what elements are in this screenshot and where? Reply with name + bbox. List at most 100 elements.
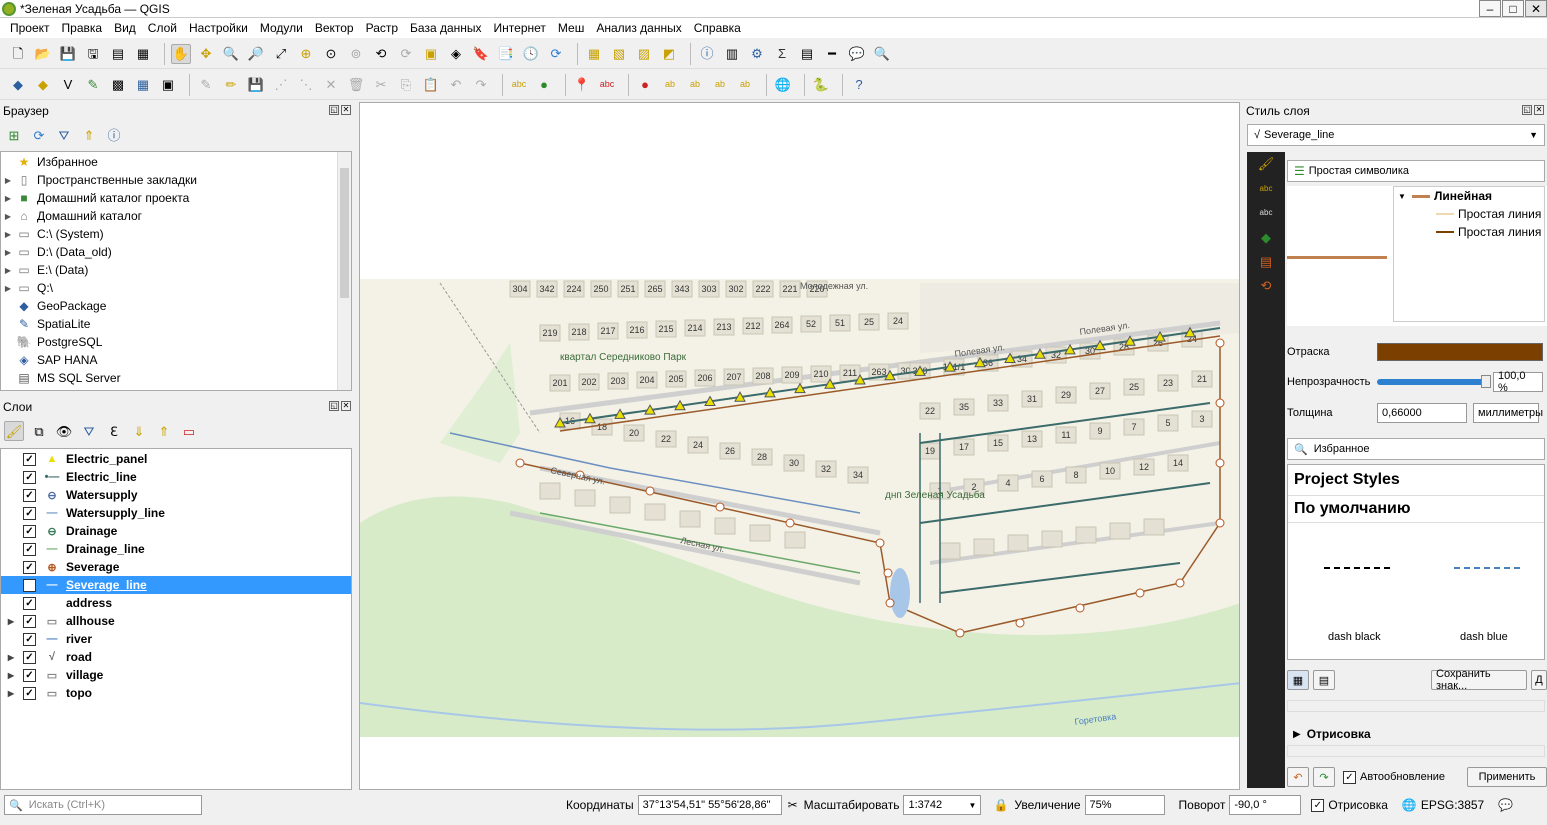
layer-visibility-checkbox[interactable]: ✓ <box>23 650 36 664</box>
layer-item[interactable]: ✓ ⊕ Severage <box>1 558 351 576</box>
layer-visibility-checkbox[interactable]: ✓ <box>23 542 36 556</box>
style-panel-icon[interactable]: 🖌 <box>4 421 24 441</box>
zoom-out-icon[interactable]: 🔎 <box>246 44 266 64</box>
show-bookmarks-icon[interactable]: 📑 <box>496 44 516 64</box>
add-wms-icon[interactable]: ▦ <box>133 75 153 95</box>
labels-tab-icon[interactable]: abc <box>1247 178 1285 202</box>
crs-label[interactable]: EPSG:3857 <box>1421 798 1484 812</box>
zoom-last-icon[interactable]: ⟲ <box>371 44 391 64</box>
move-label-icon[interactable]: ab <box>685 75 705 95</box>
new-project-icon[interactable]: 🗋 <box>8 44 28 64</box>
severage-point[interactable] <box>645 486 655 496</box>
processing-icon[interactable]: ⚙ <box>747 44 767 64</box>
layer-item[interactable]: ✓ — river <box>1 630 351 648</box>
browser-item[interactable]: ▶ ■ Домашний каталог проекта <box>1 189 351 207</box>
layer-visibility-checkbox[interactable]: ✓ <box>23 506 36 520</box>
menu-vector[interactable]: Вектор <box>309 21 360 35</box>
remove-layer-icon[interactable]: ▭ <box>179 421 199 441</box>
menu-help[interactable]: Справка <box>688 21 747 35</box>
change-label-icon[interactable]: ab <box>735 75 755 95</box>
add-selected-icon[interactable]: ⊞ <box>4 125 24 145</box>
paste-icon[interactable]: 📋 <box>421 75 441 95</box>
rotation-field[interactable]: -90,0 ° <box>1229 795 1302 815</box>
zoom-full-icon[interactable]: ⤢ <box>271 44 291 64</box>
undo-icon[interactable]: ↶ <box>446 75 466 95</box>
zoom-next-icon[interactable]: ⟳ <box>396 44 416 64</box>
preset-preview-blue[interactable] <box>1454 567 1520 569</box>
close-panel-icon[interactable]: ✕ <box>341 105 351 115</box>
layer-item[interactable]: ▶ ✓ √ road <box>1 648 351 666</box>
layer-item[interactable]: ✓ •— Electric_line <box>1 468 351 486</box>
expand-arrow-icon[interactable]: ▶ <box>1 194 15 203</box>
advanced-button[interactable]: Д <box>1531 670 1547 690</box>
close-panel-icon[interactable]: ✕ <box>1534 105 1544 115</box>
expand-arrow-icon[interactable]: ▶ <box>5 671 17 680</box>
pan-to-selection-icon[interactable]: ✥ <box>196 44 216 64</box>
layer-visibility-checkbox[interactable]: ✓ <box>23 632 36 646</box>
expand-arrow-icon[interactable]: ▶ <box>5 617 17 626</box>
open-project-icon[interactable]: 📂 <box>33 44 53 64</box>
expand-arrow-icon[interactable]: ▶ <box>5 653 17 662</box>
expand-all-icon[interactable]: ⇓ <box>129 421 149 441</box>
coords-toggle-icon[interactable]: ✂ <box>788 798 798 812</box>
highlight-labels-icon[interactable]: abc <box>597 75 617 95</box>
layer-item[interactable]: ▶ ✓ ▭ allhouse <box>1 612 351 630</box>
preset-label-blue[interactable]: dash blue <box>1460 631 1508 643</box>
edit-pencil-icon[interactable]: ✎ <box>196 75 216 95</box>
browser-item[interactable]: ★ Избранное <box>1 153 351 171</box>
add-raster-icon[interactable]: ✎ <box>83 75 103 95</box>
zoom-field[interactable]: 75% <box>1084 795 1165 815</box>
browser-scrollbar[interactable] <box>337 152 351 390</box>
lock-scale-icon[interactable]: 🔒 <box>993 798 1008 812</box>
list-view-icon[interactable]: ▤ <box>1313 670 1335 690</box>
layer-visibility-checkbox[interactable]: ✓ <box>23 470 36 484</box>
browser-item[interactable]: ▶ ▭ D:\ (Data_old) <box>1 243 351 261</box>
menu-layer[interactable]: Слой <box>142 21 183 35</box>
opacity-field[interactable]: 100,0 % <box>1493 370 1543 394</box>
add-group-icon[interactable]: ⧉ <box>29 421 49 441</box>
severage-point[interactable] <box>1075 603 1085 613</box>
vertex-tool-icon[interactable]: ⋱ <box>296 75 316 95</box>
apply-button[interactable]: Применить <box>1467 767 1547 787</box>
severage-point[interactable] <box>885 598 895 608</box>
layer-item[interactable]: ▶ ✓ ▭ village <box>1 666 351 684</box>
float-icon[interactable]: ◱ <box>1522 105 1532 115</box>
preset-label-black[interactable]: dash black <box>1328 631 1381 643</box>
severage-point[interactable] <box>1175 578 1185 588</box>
expand-arrow-icon[interactable]: ▶ <box>5 689 17 698</box>
undo-style-icon[interactable]: ↶ <box>1287 767 1309 787</box>
layer-visibility-checkbox[interactable]: ✓ <box>23 596 36 610</box>
layer-visibility-checkbox[interactable]: ✓ <box>23 614 36 628</box>
save-symbol-button[interactable]: Сохранить знак... <box>1431 668 1527 692</box>
rendering-section[interactable]: ▶ Отрисовка <box>1287 725 1545 743</box>
zoom-in-icon[interactable]: 🔍 <box>221 44 241 64</box>
width-unit-select[interactable]: миллиметры <box>1473 403 1543 423</box>
menu-view[interactable]: Вид <box>108 21 142 35</box>
severage-point[interactable] <box>1215 458 1225 468</box>
add-feature-icon[interactable]: ⋰ <box>271 75 291 95</box>
masks-tab-icon[interactable]: abc <box>1247 202 1285 226</box>
layer-item[interactable]: ✓ — Drainage_line <box>1 540 351 558</box>
style-search-input[interactable]: 🔍 Избранное <box>1287 438 1545 460</box>
layer-item[interactable]: ✓ — Severage_line <box>1 576 351 594</box>
pan-icon[interactable]: ✋ <box>171 43 191 64</box>
expand-arrow-icon[interactable]: ▶ <box>1 266 15 275</box>
float-icon[interactable]: ◱ <box>329 401 339 411</box>
field-calc-icon[interactable]: ▤ <box>797 44 817 64</box>
diagrams-tab-icon[interactable]: ▤ <box>1247 250 1285 274</box>
help-icon[interactable]: ? <box>849 75 869 95</box>
layout-manager-icon[interactable]: ▦ <box>133 44 153 64</box>
expand-arrow-icon[interactable]: ▶ <box>1 284 15 293</box>
layer-item[interactable]: ✓ ⊖ Drainage <box>1 522 351 540</box>
layer-item[interactable]: ▶ ✓ ▭ topo <box>1 684 351 702</box>
data-source-icon[interactable]: ◆ <box>8 75 28 95</box>
save-as-icon[interactable]: 🖫 <box>83 44 103 64</box>
layer-select[interactable]: √ Severage_line ▼ <box>1247 124 1545 146</box>
attribute-table-icon[interactable]: ▥ <box>722 44 742 64</box>
filter-legend-icon[interactable]: ⛛ <box>79 421 99 441</box>
zoom-native-icon[interactable]: ⊚ <box>346 44 366 64</box>
layer-item[interactable]: ✓ — Watersupply_line <box>1 504 351 522</box>
pin-diagram-icon[interactable]: ● <box>635 75 655 95</box>
symbol-tree-root[interactable]: ▼ Линейная <box>1394 187 1544 205</box>
add-mesh-icon[interactable]: ▩ <box>108 75 128 95</box>
